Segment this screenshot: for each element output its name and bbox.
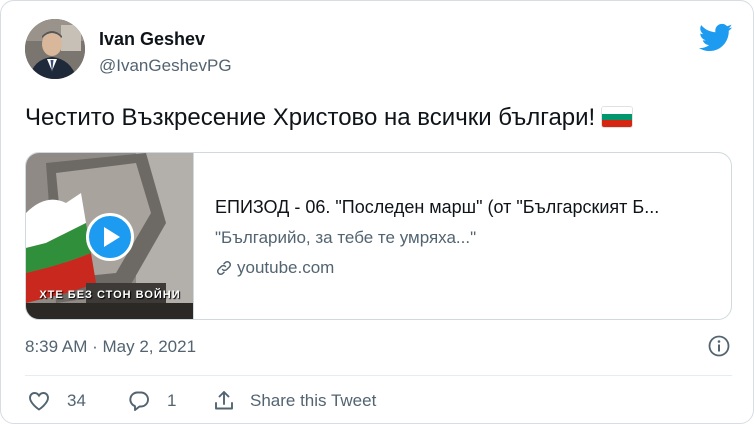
like-count: 34 (67, 391, 86, 410)
share-button[interactable]: Share this Tweet (212, 389, 376, 413)
info-icon[interactable] (707, 334, 731, 358)
video-caption: ХТЕ БЕЗ СТОН ВОЙНИ (39, 289, 181, 301)
card-domain-text: youtube.com (237, 258, 335, 277)
heart-icon (29, 392, 49, 411)
video-thumbnail[interactable]: ХТЕ БЕЗ СТОН ВОЙНИ (26, 153, 194, 319)
share-label: Share this Tweet (250, 391, 377, 410)
reply-count: 1 (167, 391, 177, 410)
action-bar: 34 1 Share this Tweet (27, 389, 376, 413)
twitter-bird-icon[interactable] (698, 23, 733, 53)
author-name[interactable]: Ivan Geshev (99, 29, 205, 50)
link-icon (216, 260, 232, 276)
tweet-timestamp[interactable]: 8:39 AM · May 2, 2021 (25, 337, 196, 357)
reply-icon (129, 391, 149, 411)
tweet-body: Честито Възкресение Христово на всички б… (25, 104, 596, 131)
divider (25, 375, 732, 376)
reply-button[interactable]: 1 (127, 389, 212, 413)
avatar[interactable] (25, 19, 85, 79)
like-button[interactable]: 34 (27, 389, 127, 413)
card-domain[interactable]: youtube.com (215, 258, 334, 278)
card-description: "Българийо, за тебе те умряха..." (215, 228, 477, 247)
play-button[interactable] (86, 213, 134, 261)
tweet-text: Честито Възкресение Христово на всички б… (25, 104, 634, 132)
card-title[interactable]: ЕПИЗОД - 06. "Последен марш" (от "Българ… (215, 197, 715, 218)
tweet-card: Ivan Geshev @IvanGeshevPG Честито Възкре… (0, 0, 754, 424)
bulgaria-flag-icon (601, 106, 634, 128)
play-icon (104, 227, 120, 247)
share-icon (215, 391, 233, 410)
author-handle[interactable]: @IvanGeshevPG (99, 56, 232, 76)
link-card[interactable]: ХТЕ БЕЗ СТОН ВОЙНИ ЕПИЗОД - 06. "Последе… (25, 152, 732, 320)
